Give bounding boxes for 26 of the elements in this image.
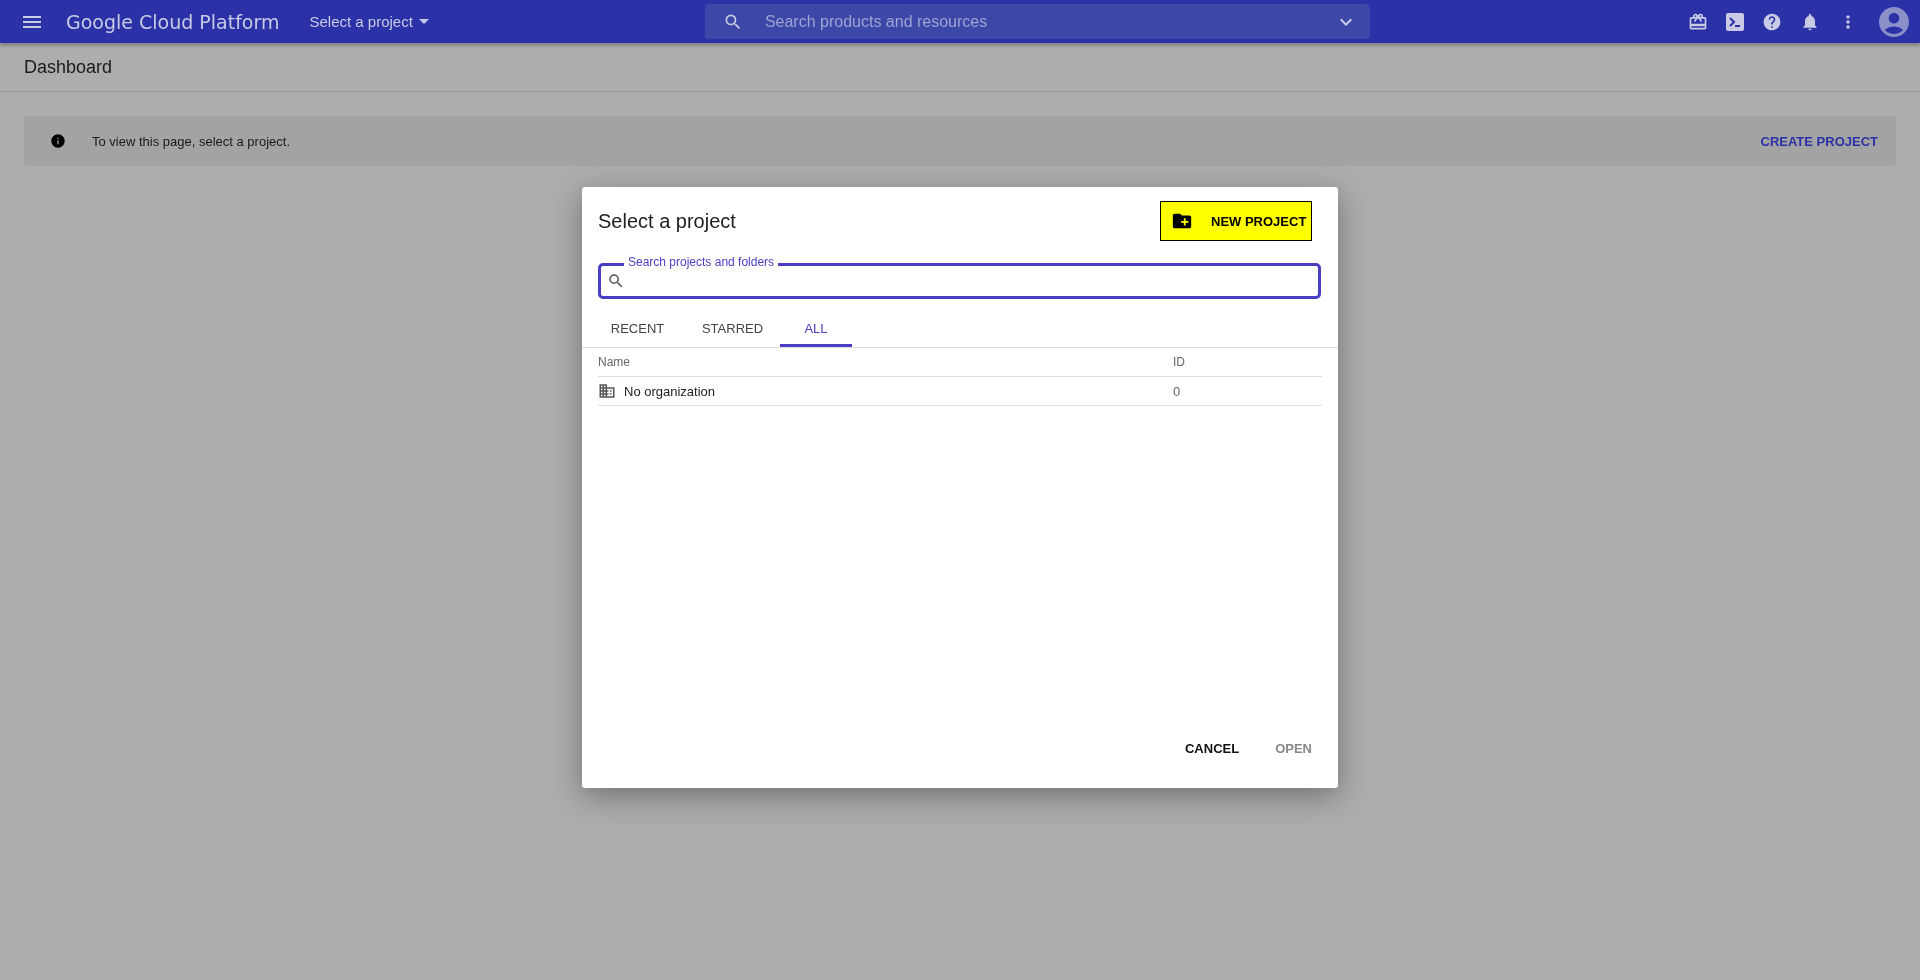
banner-message: To view this page, select a project. xyxy=(92,133,290,149)
tab[interactable]: STARRED xyxy=(685,313,780,347)
gift-icon[interactable] xyxy=(1688,11,1708,32)
page-title: Dashboard xyxy=(24,56,113,78)
tab[interactable]: RECENT xyxy=(590,313,685,347)
column-header: ID xyxy=(1173,355,1186,369)
terminal-icon[interactable] xyxy=(1726,12,1744,31)
search-icon xyxy=(607,272,625,290)
help-icon[interactable] xyxy=(1762,11,1782,32)
table-cell[interactable]: No organization xyxy=(598,382,1173,400)
dropdown-icon xyxy=(418,19,429,24)
field-label: Search projects and folders xyxy=(624,255,779,269)
building-icon xyxy=(598,382,616,400)
project-picker[interactable]: Select a project xyxy=(303,12,435,31)
table-cell-text: 0 xyxy=(1173,383,1182,399)
notifications-icon[interactable] xyxy=(1800,11,1820,32)
new-project-button[interactable]: NEW PROJECT xyxy=(1160,201,1312,241)
column-header: Name xyxy=(598,355,631,369)
brand-logo[interactable]: Google Cloud Platform xyxy=(66,10,280,33)
create-project-link[interactable]: CREATE PROJECT xyxy=(1760,133,1878,149)
search-field[interactable]: Search products and resources xyxy=(762,11,1314,32)
cancel-button[interactable]: CANCEL xyxy=(1177,735,1248,762)
search-bar[interactable]: Search products and resources xyxy=(704,4,1370,39)
dialog-title: Select a project xyxy=(598,209,736,233)
tab[interactable]: ALL xyxy=(780,313,852,347)
info-icon xyxy=(50,133,66,149)
